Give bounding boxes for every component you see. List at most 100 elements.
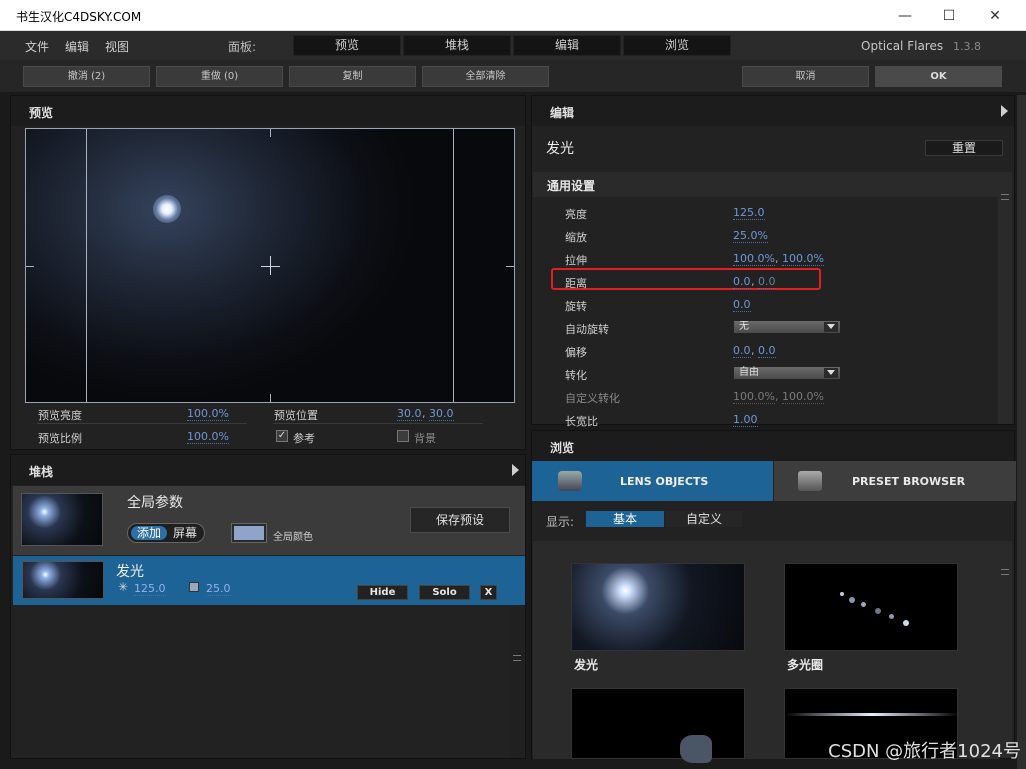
copy-button[interactable]: 复制 bbox=[289, 66, 416, 87]
lens-item-multi-iris[interactable] bbox=[784, 563, 958, 651]
edit-value-distance-y[interactable]: 0.0 bbox=[758, 275, 776, 289]
edit-object-name: 发光 bbox=[546, 141, 574, 157]
blend-add-option[interactable]: 添加 bbox=[131, 526, 167, 540]
menu-file[interactable]: 文件 bbox=[25, 38, 49, 55]
preview-position-y[interactable]: 30.0 bbox=[429, 407, 454, 421]
ok-button[interactable]: OK bbox=[875, 66, 1002, 87]
filter-basic[interactable]: 基本 bbox=[586, 511, 664, 527]
panel-tab-browse[interactable]: 浏览 bbox=[623, 35, 731, 56]
tab-lens-label: LENS OBJECTS bbox=[620, 475, 709, 488]
layer-row-glow[interactable]: 发光 ✳ 125.0 25.0 Hide Solo X bbox=[13, 556, 525, 605]
lens-item-multi-iris-label: 多光圈 bbox=[787, 658, 824, 672]
edit-value-stretch-x[interactable]: 100.0% bbox=[733, 252, 775, 266]
edit-label-offset: 偏移 bbox=[565, 346, 587, 359]
tab-preset-browser[interactable]: PRESET BROWSER bbox=[774, 461, 1016, 501]
chevron-down-icon bbox=[824, 322, 838, 332]
edit-title: 编辑 bbox=[550, 106, 575, 120]
scale-icon bbox=[189, 582, 199, 592]
global-color-label: 全局颜色 bbox=[273, 532, 313, 543]
stack-scrollbar[interactable] bbox=[510, 607, 524, 758]
reference-label: 参考 bbox=[293, 432, 315, 445]
blend-mode-toggle[interactable]: 添加 屏幕 bbox=[127, 523, 205, 543]
app-version: 1.3.8 bbox=[953, 40, 981, 53]
edit-label-scale: 缩放 bbox=[565, 231, 587, 244]
folder-icon bbox=[798, 471, 822, 491]
edit-value-stretch-y[interactable]: 100.0% bbox=[782, 252, 824, 266]
redo-button[interactable]: 重做 (0) bbox=[156, 66, 283, 87]
edit-label-custom-transform: 自定义转化 bbox=[565, 392, 620, 405]
background-checkbox[interactable] bbox=[397, 430, 409, 442]
undo-button[interactable]: 撤消 (2) bbox=[23, 66, 150, 87]
window-titlebar: 书生汉化C4DSKY.COM — ☐ ✕ bbox=[0, 0, 1026, 31]
layer-brightness-value[interactable]: 125.0 bbox=[134, 582, 166, 596]
edit-value-rotation[interactable]: 0.0 bbox=[733, 298, 751, 312]
edit-value-offset-y[interactable]: 0.0 bbox=[758, 344, 776, 358]
edit-value-distance-x[interactable]: 0.0 bbox=[733, 275, 751, 289]
cancel-button[interactable]: 取消 bbox=[742, 66, 869, 87]
save-preset-button[interactable]: 保存预设 bbox=[410, 507, 510, 533]
edit-scrollbar[interactable] bbox=[998, 172, 1012, 424]
edit-label-rotation: 旋转 bbox=[565, 300, 587, 313]
reset-button[interactable]: 重置 bbox=[925, 140, 1003, 156]
lens-item-glow-label: 发光 bbox=[574, 658, 599, 672]
preview-ratio-value[interactable]: 100.0% bbox=[187, 430, 229, 444]
preview-brightness-value[interactable]: 100.0% bbox=[187, 407, 229, 421]
reference-checkbox[interactable]: ✓ bbox=[276, 430, 288, 442]
preview-position-x[interactable]: 30.0 bbox=[397, 407, 422, 421]
layer-scale-value[interactable]: 25.0 bbox=[206, 582, 231, 596]
lens-item-glow[interactable] bbox=[571, 563, 745, 651]
edit-expand-icon[interactable] bbox=[1001, 105, 1008, 117]
menu-edit[interactable]: 编辑 bbox=[65, 38, 89, 55]
general-settings-header[interactable]: 通用设置 bbox=[533, 172, 999, 197]
clear-all-button[interactable]: 全部清除 bbox=[422, 66, 549, 87]
browse-scrollbar[interactable] bbox=[998, 541, 1012, 758]
global-color-swatch[interactable] bbox=[231, 523, 267, 543]
solo-button[interactable]: Solo bbox=[419, 585, 470, 600]
layer-name: 发光 bbox=[116, 564, 144, 580]
panel-tab-edit[interactable]: 编辑 bbox=[513, 35, 621, 56]
close-button[interactable]: ✕ bbox=[972, 0, 1018, 31]
preview-viewport[interactable] bbox=[25, 128, 515, 403]
preview-panel: 预览 预览亮度 100.0% 预览位置 30.0 , 30.0 预览比例 100… bbox=[10, 95, 526, 450]
tab-lens-objects[interactable]: LENS OBJECTS bbox=[532, 461, 773, 501]
panel-tab-stack[interactable]: 堆栈 bbox=[403, 35, 511, 56]
stack-title: 堆栈 bbox=[29, 465, 54, 479]
expand-arrow-icon[interactable] bbox=[512, 464, 519, 476]
preview-header: 预览 bbox=[11, 96, 525, 126]
edit-value-custom-x: 100.0% bbox=[733, 390, 775, 404]
tab-preset-label: PRESET BROWSER bbox=[852, 475, 966, 488]
watermark: CSDN @旅行者1024号 bbox=[828, 741, 1021, 762]
filter-custom[interactable]: 自定义 bbox=[666, 511, 742, 527]
menu-view[interactable]: 视图 bbox=[105, 38, 129, 55]
auto-rotate-dropdown[interactable]: 无 bbox=[733, 320, 841, 334]
maximize-icon: ☐ bbox=[942, 7, 956, 24]
remove-layer-button[interactable]: X bbox=[480, 585, 497, 600]
safe-guide-left bbox=[86, 129, 87, 402]
edit-value-scale[interactable]: 25.0% bbox=[733, 229, 768, 243]
edit-value-custom-y: 100.0% bbox=[782, 390, 824, 404]
transform-dropdown[interactable]: 自由 bbox=[733, 366, 841, 380]
window-title: 书生汉化C4DSKY.COM bbox=[16, 10, 142, 24]
edit-label-auto-rotate: 自动旋转 bbox=[565, 323, 609, 336]
minimize-icon: — bbox=[898, 7, 912, 24]
action-bar: 撤消 (2) 重做 (0) 复制 全部清除 取消 OK bbox=[0, 60, 1026, 92]
edit-value-offset-x[interactable]: 0.0 bbox=[733, 344, 751, 358]
edit-value-brightness[interactable]: 125.0 bbox=[733, 206, 765, 220]
preview-brightness-label: 预览亮度 bbox=[38, 409, 82, 422]
lens-item-3[interactable] bbox=[571, 688, 745, 763]
sun-icon: ✳ bbox=[118, 580, 129, 594]
lens-icon bbox=[558, 471, 582, 491]
blend-screen-option[interactable]: 屏幕 bbox=[168, 526, 202, 540]
close-icon: ✕ bbox=[989, 7, 1001, 24]
flare-glow[interactable] bbox=[153, 195, 181, 223]
edit-value-aspect[interactable]: 1.00 bbox=[733, 413, 758, 427]
menu-bar: 文件 编辑 视图 面板: 预览 堆栈 编辑 浏览 Optical Flares … bbox=[0, 31, 1026, 60]
maximize-button[interactable]: ☐ bbox=[926, 0, 972, 31]
preview-position-label: 预览位置 bbox=[274, 409, 318, 422]
hide-button[interactable]: Hide bbox=[357, 585, 408, 600]
panel-tab-preview[interactable]: 预览 bbox=[293, 35, 401, 56]
edit-panel: 编辑 发光 重置 通用设置 亮度 125.0 缩放 25.0% 拉伸 100.0… bbox=[531, 95, 1015, 428]
minimize-button[interactable]: — bbox=[882, 0, 928, 31]
general-settings-title: 通用设置 bbox=[547, 179, 596, 193]
global-params-row[interactable]: 全局参数 添加 屏幕 全局颜色 保存预设 bbox=[13, 486, 525, 555]
